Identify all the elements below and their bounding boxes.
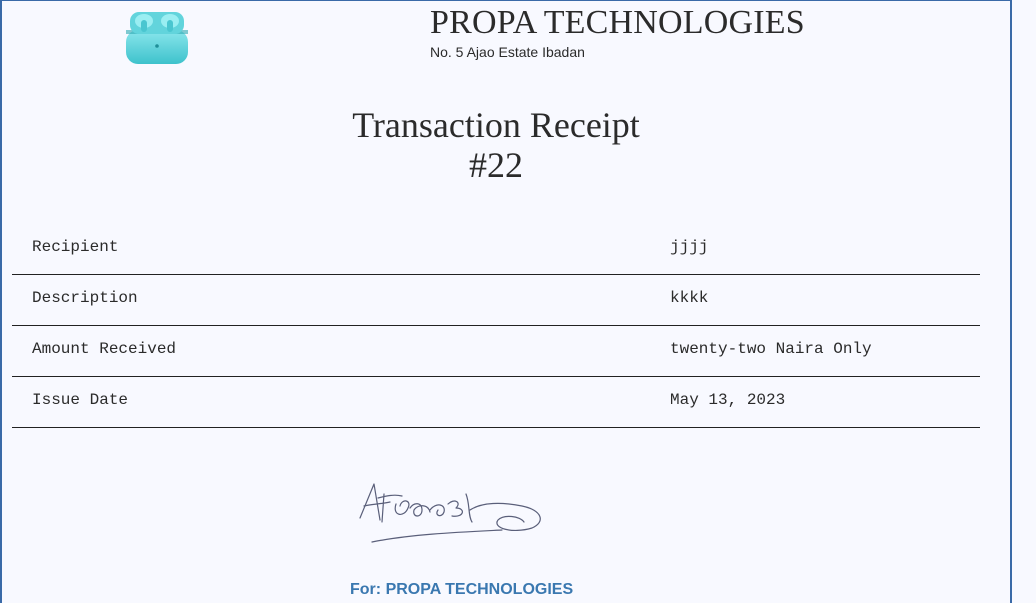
detail-value: jjjj: [670, 238, 709, 256]
for-company-line: For: PROPA TECHNOLOGIES: [350, 581, 573, 599]
receipt-details-table: Recipient jjjj Description kkkk Amount R…: [12, 224, 980, 428]
for-prefix: For:: [350, 581, 382, 598]
detail-value: twenty-two Naira Only: [670, 340, 872, 358]
detail-row-recipient: Recipient jjjj: [12, 224, 980, 275]
detail-row-description: Description kkkk: [12, 275, 980, 326]
receipt-number: #22: [469, 145, 523, 185]
frame-top-border: [0, 0, 1012, 1]
signature-image: [352, 474, 548, 550]
detail-row-issue-date: Issue Date May 13, 2023: [12, 377, 980, 428]
for-company-name: PROPA TECHNOLOGIES: [385, 581, 574, 598]
detail-value: May 13, 2023: [670, 391, 786, 409]
detail-label: Issue Date: [32, 391, 129, 409]
company-address: No. 5 Ajao Estate Ibadan: [430, 44, 585, 60]
company-name: PROPA TECHNOLOGIES: [430, 4, 805, 41]
frame-right-border: [1010, 0, 1012, 603]
earbuds-case-icon: [124, 8, 190, 66]
detail-label: Recipient: [32, 238, 119, 256]
receipt-title: Transaction Receipt: [352, 105, 640, 145]
detail-row-amount: Amount Received twenty-two Naira Only: [12, 326, 980, 377]
frame-left-border: [0, 0, 2, 603]
detail-label: Amount Received: [32, 340, 177, 358]
detail-value: kkkk: [670, 289, 709, 307]
detail-label: Description: [32, 289, 138, 307]
